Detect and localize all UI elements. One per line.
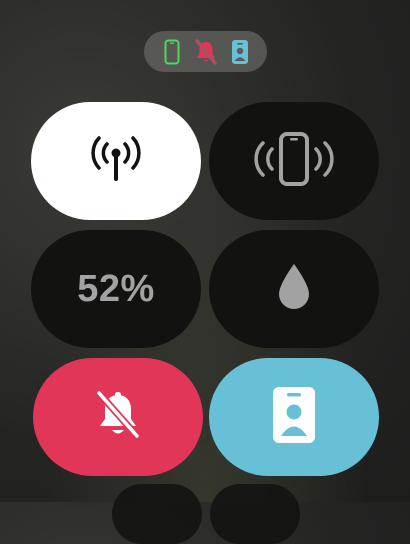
cellular-antenna-icon: [87, 135, 145, 188]
water-drop-icon: [276, 262, 312, 317]
battery-button[interactable]: 52%: [31, 230, 201, 348]
status-indicator-pill: [144, 31, 267, 72]
id-badge-icon: [272, 386, 316, 449]
battery-percentage: 52%: [77, 267, 155, 310]
ping-iphone-icon: [252, 131, 336, 192]
iphone-connected-icon: [160, 39, 184, 65]
ping-iphone-button[interactable]: [209, 102, 379, 220]
schooltime-toggle[interactable]: [209, 358, 379, 476]
silent-mode-toggle[interactable]: [33, 358, 203, 476]
bell-slash-icon: [94, 389, 142, 445]
water-lock-toggle[interactable]: [209, 230, 379, 348]
cellular-toggle[interactable]: [31, 102, 201, 220]
next-row-tile-left[interactable]: [112, 484, 202, 544]
next-row-tile-right[interactable]: [210, 484, 300, 544]
bell-slash-icon: [194, 38, 218, 65]
schooltime-badge-icon: [228, 39, 252, 65]
